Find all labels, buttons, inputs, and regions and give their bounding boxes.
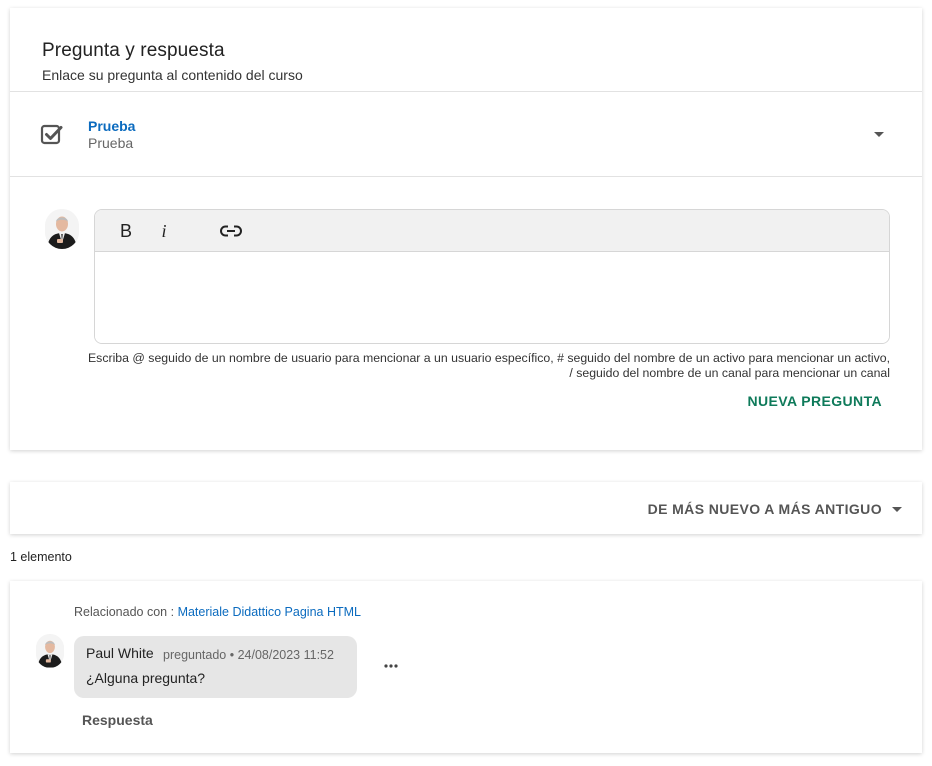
question-card: Relacionado con : Materiale Didattico Pa… [10,581,922,753]
course-content-selector[interactable]: Prueba Prueba [10,92,922,177]
link-icon [220,225,242,237]
qa-subtitle: Enlace su pregunta al contenido del curs… [42,67,303,83]
qa-title: Pregunta y respuesta [42,40,225,61]
question-text-area[interactable] [95,252,889,343]
sort-label: DE MÁS NUEVO A MÁS ANTIGUO [647,501,882,517]
question-meta: preguntado • 24/08/2023 11:52 [163,648,334,662]
question-author[interactable]: Paul White [86,645,154,661]
selected-content-title: Prueba [88,118,136,134]
link-button[interactable] [219,220,243,242]
new-question-button[interactable]: NUEVA PREGUNTA [748,393,882,409]
question-editor: B i [94,209,890,344]
related-content-link[interactable]: Materiale Didattico Pagina HTML [178,605,361,619]
avatar [36,634,64,668]
qa-card: Pregunta y respuesta Enlace su pregunta … [10,8,922,450]
user-avatar-image [36,634,64,668]
related-content: Relacionado con : Materiale Didattico Pa… [74,605,361,619]
caret-down-icon[interactable] [874,132,884,137]
more-horizontal-icon[interactable] [383,663,399,669]
avatar [45,209,79,249]
sort-dropdown[interactable]: DE MÁS NUEVO A MÁS ANTIGUO [648,501,902,517]
related-prefix: Relacionado con : [74,605,175,619]
bold-button[interactable]: B [118,220,134,242]
divider [10,176,922,177]
qa-header: Pregunta y respuesta Enlace su pregunta … [42,40,303,83]
question-text: ¿Alguna pregunta? [86,670,206,686]
selected-content-subtitle: Prueba [88,135,134,151]
italic-button[interactable]: i [157,220,171,242]
checkbox-checked-icon [40,124,63,145]
user-avatar-image [45,209,79,249]
item-count: 1 elemento [10,550,72,564]
caret-down-icon [892,506,902,512]
question-bubble: Paul White preguntado • 24/08/2023 11:52… [74,636,357,698]
mention-hint-line: / seguido del nombre de un canal para me… [569,366,890,380]
mention-hint: Escriba @ seguido de un nombre de usuari… [30,351,890,381]
editor-toolbar: B i [95,210,889,252]
mention-hint-line: Escriba @ seguido de un nombre de usuari… [87,351,890,365]
reply-button[interactable]: Respuesta [82,712,153,728]
sort-bar: DE MÁS NUEVO A MÁS ANTIGUO [10,482,922,534]
